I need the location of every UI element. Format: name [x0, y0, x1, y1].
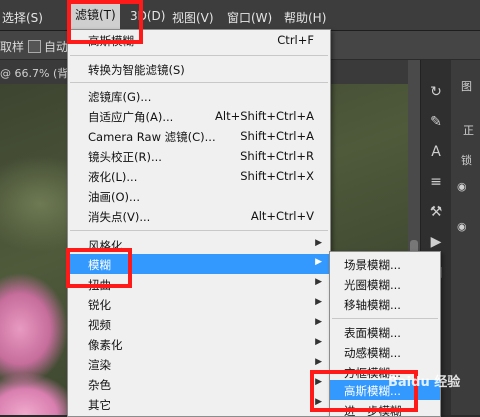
- menu-item-filter-gallery[interactable]: 滤镜库(G)...: [68, 86, 330, 106]
- submenu-item-iris-blur[interactable]: 光圈模糊...: [330, 274, 440, 294]
- menu-item-smart-filters[interactable]: 转换为智能滤镜(S): [68, 59, 330, 79]
- sample-label: 取样: [0, 40, 25, 54]
- menu-separator: [70, 55, 328, 56]
- blend-mode-field[interactable]: 正: [463, 122, 474, 138]
- menu-window[interactable]: 窗口(W): [227, 9, 272, 26]
- submenu-arrow-icon: ▶: [315, 238, 322, 248]
- filter-menu: 高斯模糊 Ctrl+F 转换为智能滤镜(S) 滤镜库(G)... 自适应广角(A…: [67, 29, 331, 417]
- menu-item-lens-correction[interactable]: 镜头校正(R)... Shift+Ctrl+R: [68, 146, 330, 166]
- menu-item-liquify[interactable]: 液化(L)... Shift+Ctrl+X: [68, 166, 330, 186]
- submenu-item-field-blur[interactable]: 场景模糊...: [330, 254, 440, 274]
- annotation-box-blur-item: [66, 248, 132, 288]
- submenu-arrow-icon: ▶: [315, 337, 322, 347]
- lock-label: 锁: [461, 154, 472, 167]
- menu-separator: [70, 82, 328, 83]
- menu-item-video[interactable]: 视频 ▶: [68, 314, 330, 334]
- menu-item-noise[interactable]: 杂色 ▶: [68, 374, 330, 394]
- watermark: Baidu 经验: [388, 375, 461, 390]
- menu-item-camera-raw[interactable]: Camera Raw 滤镜(C)... Shift+Ctrl+A: [68, 126, 330, 146]
- eye-icon-2[interactable]: ◉: [457, 220, 467, 233]
- adjust-icon[interactable]: ≡: [426, 172, 446, 192]
- submenu-item-motion-blur[interactable]: 动感模糊...: [330, 342, 440, 362]
- submenu-arrow-icon: ▶: [315, 257, 322, 267]
- brush-icon[interactable]: ✎: [426, 112, 446, 132]
- menu-item-other[interactable]: 其它 ▶: [68, 394, 330, 414]
- menu-item-pixelate[interactable]: 像素化 ▶: [68, 334, 330, 354]
- annotation-box-filter-menu: [67, 0, 143, 44]
- eye-icon[interactable]: ◉: [457, 180, 467, 193]
- submenu-arrow-icon: ▶: [315, 357, 322, 367]
- tools-icon[interactable]: ⚒: [426, 202, 446, 222]
- menu-select[interactable]: 选择(S): [2, 9, 43, 26]
- submenu-arrow-icon: ▶: [315, 297, 322, 307]
- menu-item-render[interactable]: 渲染 ▶: [68, 354, 330, 374]
- panel-tab-label[interactable]: 图: [461, 78, 472, 94]
- char-icon[interactable]: A: [426, 142, 446, 162]
- menu-item-sharpen[interactable]: 锐化 ▶: [68, 294, 330, 314]
- menu-separator: [332, 318, 438, 319]
- menu-item-oil-paint[interactable]: 油画(O)...: [68, 186, 330, 206]
- menu-view[interactable]: 视图(V): [172, 9, 214, 26]
- menu-item-vanishing-point[interactable]: 消失点(V)... Alt+Ctrl+V: [68, 206, 330, 226]
- history-icon[interactable]: ↻: [426, 82, 446, 102]
- submenu-item-surface-blur[interactable]: 表面模糊...: [330, 322, 440, 342]
- submenu-item-tilt-shift[interactable]: 移轴模糊...: [330, 294, 440, 314]
- play-icon[interactable]: ▶: [426, 232, 446, 252]
- submenu-arrow-icon: ▶: [315, 317, 322, 327]
- submenu-arrow-icon: ▶: [315, 277, 322, 287]
- menu-help[interactable]: 帮助(H): [284, 9, 326, 26]
- auto-checkbox[interactable]: [28, 40, 41, 53]
- menu-separator: [70, 230, 328, 231]
- menu-item-adaptive-wide-angle[interactable]: 自适应广角(A)... Alt+Shift+Ctrl+A: [68, 106, 330, 126]
- auto-label: 自动: [44, 40, 69, 54]
